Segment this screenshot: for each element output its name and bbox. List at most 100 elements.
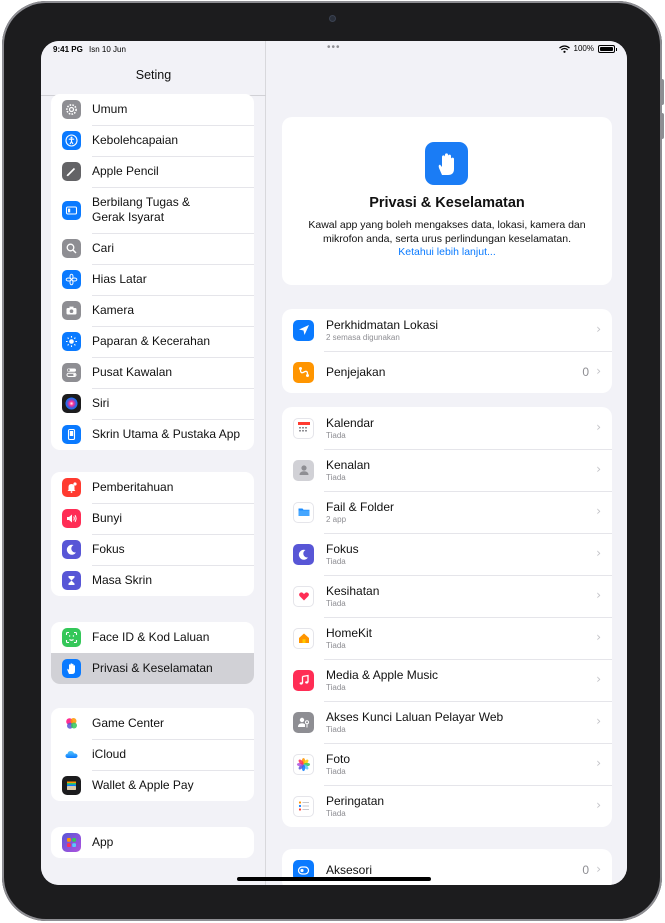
ipad-frame: 9:41 PG Isn 10 Jun ••• 100% Seting Umum … bbox=[2, 1, 664, 921]
sidebar-item-kebolehcapaian[interactable]: Kebolehcapaian bbox=[51, 125, 254, 156]
status-bar: 9:41 PG Isn 10 Jun ••• 100% bbox=[41, 41, 627, 59]
sidebar-item-app[interactable]: App bbox=[51, 827, 254, 858]
sidebar-item-label: Berbilang Tugas & Gerak Isyarat bbox=[92, 195, 191, 224]
sidebar-item-pemberitahuan[interactable]: Pemberitahuan bbox=[51, 472, 254, 503]
sidebar-item-label: Paparan & Kecerahan bbox=[92, 334, 211, 348]
sidebar-item-game-center[interactable]: Game Center bbox=[51, 708, 254, 739]
row-perkhidmatan-lokasi[interactable]: Perkhidmatan Lokasi 2 semasa digunakan › bbox=[282, 309, 612, 351]
row-penjejakan[interactable]: Penjejakan 0 › bbox=[282, 351, 612, 393]
multitasking-icon bbox=[62, 200, 81, 220]
sidebar-item-label: Bunyi bbox=[92, 511, 123, 525]
row-subtitle: 2 semasa digunakan bbox=[326, 332, 400, 342]
sidebar-item-kamera[interactable]: Kamera bbox=[51, 295, 254, 326]
wallet-icon bbox=[62, 776, 81, 795]
moon-icon bbox=[293, 543, 314, 565]
sidebar-item-icloud[interactable]: iCloud bbox=[51, 739, 254, 770]
home-screen-icon bbox=[62, 425, 81, 444]
volume-down-button bbox=[660, 113, 664, 139]
row-fokus[interactable]: Fokus Tiada › bbox=[282, 533, 612, 575]
row-title: Akses Kunci Laluan Pelayar Web bbox=[326, 709, 504, 724]
bell-icon bbox=[62, 478, 81, 497]
row-title: Foto bbox=[326, 751, 351, 766]
status-date: Isn 10 Jun bbox=[89, 45, 126, 54]
row-title: Kesihatan bbox=[326, 583, 380, 598]
row-subtitle: Tiada bbox=[326, 766, 346, 776]
sidebar-item-label: Game Center bbox=[92, 716, 165, 730]
sidebar-item-skrin-utama[interactable]: Skrin Utama & Pustaka App bbox=[51, 419, 254, 450]
sidebar-item-multitasking[interactable]: Berbilang Tugas & Gerak Isyarat bbox=[51, 187, 254, 233]
sidebar-item-siri[interactable]: Siri bbox=[51, 388, 254, 419]
sidebar-item-pusat-kawalan[interactable]: Pusat Kawalan bbox=[51, 357, 254, 388]
hand-icon bbox=[425, 142, 468, 185]
cloud-icon bbox=[62, 745, 81, 764]
sidebar-item-apple-pencil[interactable]: Apple Pencil bbox=[51, 156, 254, 187]
row-homekit[interactable]: HomeKit Tiada › bbox=[282, 617, 612, 659]
chevron-right-icon: › bbox=[596, 364, 601, 378]
sidebar-item-fokus[interactable]: Fokus bbox=[51, 534, 254, 565]
row-akses-kunci-laluan[interactable]: Akses Kunci Laluan Pelayar Web Tiada › bbox=[282, 701, 612, 743]
row-fail-folder[interactable]: Fail & Folder 2 app › bbox=[282, 491, 612, 533]
row-subtitle: Tiada bbox=[326, 598, 346, 608]
gear-icon bbox=[62, 100, 81, 119]
siri-icon bbox=[62, 394, 81, 413]
flower-icon bbox=[62, 270, 81, 289]
row-subtitle: Tiada bbox=[326, 556, 346, 566]
sidebar-item-label: Fokus bbox=[92, 542, 125, 556]
tracking-icon bbox=[293, 361, 314, 383]
sidebar-item-wallet[interactable]: Wallet & Apple Pay bbox=[51, 770, 254, 801]
wifi-icon bbox=[558, 44, 570, 53]
row-kenalan[interactable]: Kenalan Tiada › bbox=[282, 449, 612, 491]
sidebar-item-label: Wallet & Apple Pay bbox=[92, 778, 194, 792]
sidebar-item-label: Cari bbox=[92, 241, 115, 255]
faceid-icon bbox=[62, 628, 81, 647]
sidebar-item-label: Kebolehcapaian bbox=[92, 133, 179, 147]
battery-percent: 100% bbox=[573, 44, 594, 53]
row-kalendar[interactable]: Kalendar Tiada › bbox=[282, 407, 612, 449]
row-title: Aksesori bbox=[326, 863, 373, 877]
sidebar-group-accounts: Game Center iCloud Wallet & Apple Pay bbox=[51, 708, 254, 801]
chevron-right-icon: › bbox=[596, 756, 601, 770]
sidebar-item-bunyi[interactable]: Bunyi bbox=[51, 503, 254, 534]
game-center-icon bbox=[62, 714, 81, 733]
app-permissions-group: Kalendar Tiada › Kenalan Tiada › Fail & Fo… bbox=[282, 407, 612, 827]
chevron-right-icon: › bbox=[596, 546, 601, 560]
chevron-right-icon: › bbox=[596, 504, 601, 518]
sidebar-item-umum[interactable]: Umum bbox=[51, 94, 254, 125]
sidebar-item-label: Privasi & Keselamatan bbox=[92, 661, 213, 675]
multitasking-dots-icon[interactable]: ••• bbox=[327, 42, 341, 53]
sidebar-item-cari[interactable]: Cari bbox=[51, 233, 254, 264]
camera-icon bbox=[62, 301, 81, 320]
row-kesihatan[interactable]: Kesihatan Tiada › bbox=[282, 575, 612, 617]
sidebar-item-label: Pemberitahuan bbox=[92, 480, 174, 494]
chevron-right-icon: › bbox=[596, 672, 601, 686]
row-title: HomeKit bbox=[326, 625, 373, 640]
moon-icon bbox=[62, 540, 81, 559]
sidebar-item-face-id[interactable]: Face ID & Kod Laluan bbox=[51, 622, 254, 653]
home-indicator[interactable] bbox=[237, 877, 431, 881]
learn-more-link[interactable]: Ketahui lebih lanjut... bbox=[282, 246, 612, 258]
row-title: Fail & Folder bbox=[326, 499, 395, 514]
page-title: Privasi & Keselamatan bbox=[369, 195, 525, 211]
sidebar-item-masa-skrin[interactable]: Masa Skrin bbox=[51, 565, 254, 596]
row-subtitle: Tiada bbox=[326, 430, 346, 440]
row-media-apple-music[interactable]: Media & Apple Music Tiada › bbox=[282, 659, 612, 701]
sidebar-item-privasi[interactable]: Privasi & Keselamatan bbox=[51, 653, 254, 684]
row-title: Peringatan bbox=[326, 793, 385, 808]
heart-icon bbox=[293, 585, 314, 607]
sidebar-item-hias-latar[interactable]: Hias Latar bbox=[51, 264, 254, 295]
row-peringatan[interactable]: Peringatan Tiada › bbox=[282, 785, 612, 827]
sun-icon bbox=[62, 332, 81, 351]
music-note-icon bbox=[293, 669, 314, 691]
battery-icon bbox=[598, 44, 617, 53]
settings-sidebar: Seting Umum Kebolehcapaian Apple Pencil … bbox=[41, 41, 266, 885]
passkey-icon bbox=[293, 711, 314, 733]
row-title: Penjejakan bbox=[326, 365, 386, 379]
privacy-detail-pane: Privasi & Keselamatan Kawal app yang bol… bbox=[267, 41, 627, 885]
row-foto[interactable]: Foto Tiada › bbox=[282, 743, 612, 785]
reminders-icon bbox=[293, 795, 314, 817]
row-subtitle: 2 app bbox=[326, 514, 347, 524]
row-subtitle: Tiada bbox=[326, 724, 346, 734]
sidebar-item-label: Kamera bbox=[92, 303, 135, 317]
search-icon bbox=[62, 239, 81, 258]
sidebar-item-paparan[interactable]: Paparan & Kecerahan bbox=[51, 326, 254, 357]
